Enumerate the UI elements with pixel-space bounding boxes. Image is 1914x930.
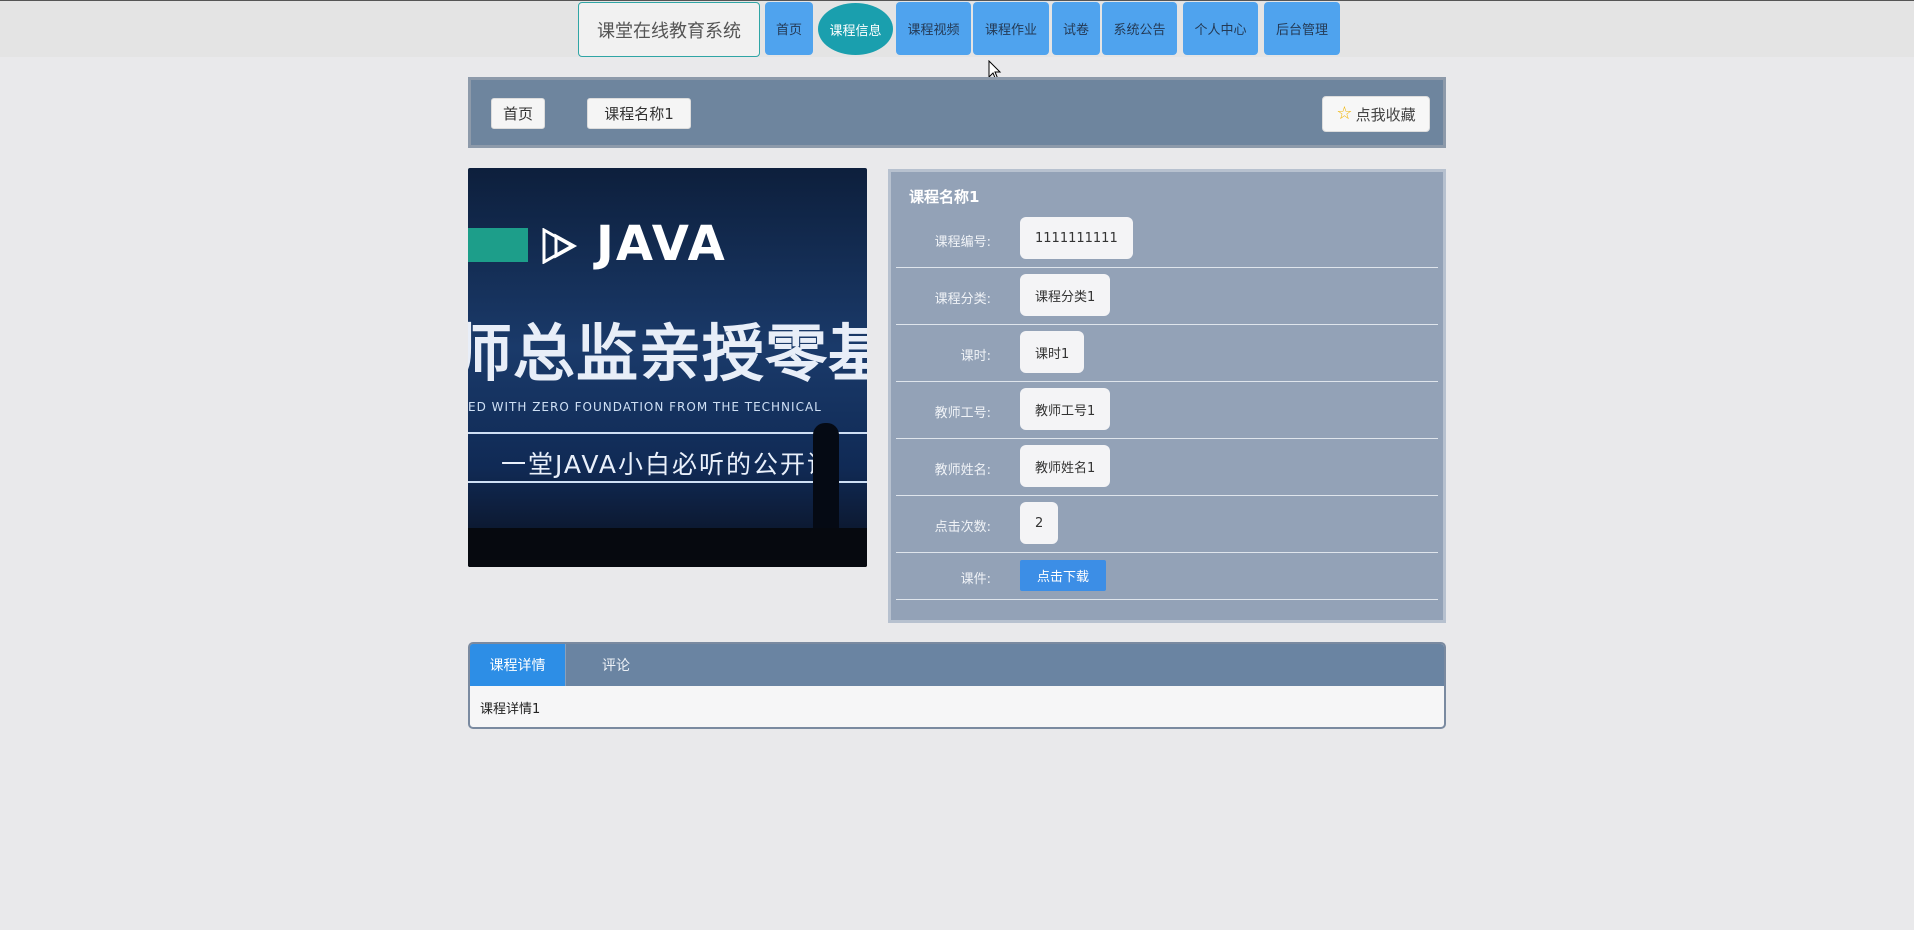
- info-value: 课程分类1: [1020, 274, 1111, 316]
- info-label: 课时:: [960, 349, 991, 364]
- cover-subtitle: 一堂JAVA小白必听的公开课: [500, 450, 835, 479]
- download-button[interactable]: 点击下载: [1020, 560, 1106, 591]
- nav-personal-center[interactable]: 个人中心: [1183, 2, 1258, 55]
- info-value: 教师工号1: [1020, 388, 1111, 430]
- favorite-button[interactable]: ☆ 点我收藏: [1322, 96, 1430, 132]
- cover-divider: [468, 481, 867, 483]
- info-value: 课时1: [1020, 331, 1085, 373]
- cover-divider: [468, 432, 867, 434]
- cover-english-text: ED WITH ZERO FOUNDATION FROM THE TECHNIC…: [468, 400, 822, 414]
- info-row-hours: 课时: 课时1: [896, 325, 1438, 382]
- tab-comments[interactable]: 评论: [565, 644, 666, 686]
- nav-course-video[interactable]: 课程视频: [896, 2, 971, 55]
- nav-course-homework[interactable]: 课程作业: [973, 2, 1049, 55]
- site-brand[interactable]: 课堂在线教育系统: [578, 2, 760, 57]
- cover-green-block: [468, 228, 528, 262]
- info-label: 点击次数:: [934, 520, 991, 535]
- info-row-category: 课程分类: 课程分类1: [896, 268, 1438, 325]
- info-value: 2: [1020, 502, 1059, 544]
- info-row-click-count: 点击次数: 2: [896, 496, 1438, 553]
- info-value: 1111111111: [1020, 217, 1133, 259]
- tab-course-detail[interactable]: 课程详情: [470, 644, 565, 686]
- cover-person-silhouette: [813, 423, 839, 533]
- nav-course-info[interactable]: 课程信息: [818, 3, 893, 55]
- info-label: 课程分类:: [934, 292, 991, 307]
- info-row-attachment: 课件: 点击下载: [896, 553, 1438, 600]
- detail-tabs-panel: 课程详情 评论 课程详情1: [468, 642, 1446, 729]
- nav-home[interactable]: 首页: [765, 2, 813, 55]
- top-navbar: 课堂在线教育系统 首页 课程信息 课程视频 课程作业 试卷 系统公告 个人中心 …: [0, 0, 1914, 57]
- star-icon: ☆: [1336, 103, 1353, 124]
- cover-title-java: JAVA: [596, 216, 727, 272]
- course-cover-image: JAVA 师总监亲授零基础入 ED WITH ZERO FOUNDATION F…: [468, 168, 867, 567]
- info-row-teacher-name: 教师姓名: 教师姓名1: [896, 439, 1438, 496]
- favorite-label: 点我收藏: [1355, 105, 1416, 124]
- nav-announcement[interactable]: 系统公告: [1102, 2, 1177, 55]
- info-value: 教师姓名1: [1020, 445, 1111, 487]
- nav-exam[interactable]: 试卷: [1052, 2, 1100, 55]
- tab-content-text: 课程详情1: [480, 702, 541, 717]
- info-row-teacher-id: 教师工号: 教师工号1: [896, 382, 1438, 439]
- course-title: 课程名称1: [909, 188, 980, 206]
- course-info-panel: 课程名称1 课程编号: 1111111111 课程分类: 课程分类1 课时: 课…: [888, 169, 1446, 623]
- breadcrumb-home[interactable]: 首页: [491, 98, 545, 129]
- info-label: 课件:: [960, 572, 991, 587]
- breadcrumb-bar: 首页 课程名称1 ☆ 点我收藏: [468, 77, 1446, 148]
- info-row-course-id: 课程编号: 1111111111: [896, 211, 1438, 268]
- info-label: 教师姓名:: [934, 463, 991, 478]
- info-label: 教师工号:: [934, 406, 991, 421]
- cover-main-text: 师总监亲授零基础入: [468, 317, 867, 390]
- nav-admin[interactable]: 后台管理: [1264, 2, 1340, 55]
- info-label: 课程编号:: [934, 235, 991, 250]
- breadcrumb-current[interactable]: 课程名称1: [587, 98, 691, 129]
- tabs-header: 课程详情 评论: [470, 644, 1444, 686]
- cover-ground: [468, 528, 867, 567]
- play-icon: [542, 228, 578, 264]
